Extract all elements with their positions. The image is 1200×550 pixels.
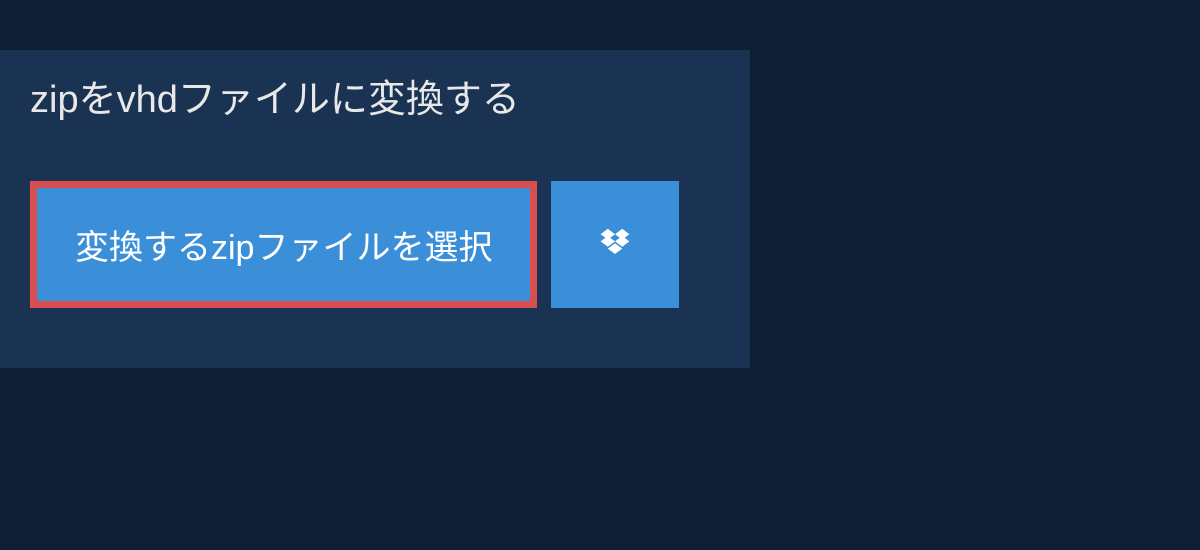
dropbox-icon [597, 227, 633, 263]
converter-panel: zipをvhdファイルに変換する 変換するzipファイルを選択 [0, 50, 750, 368]
select-file-button[interactable]: 変換するzipファイルを選択 [30, 181, 537, 308]
select-file-label: 変換するzipファイルを選択 [75, 220, 492, 269]
title-bar: zipをvhdファイルに変換する [0, 50, 625, 141]
dropbox-button[interactable] [551, 181, 679, 308]
page-title: zipをvhdファイルに変換する [30, 79, 520, 121]
button-row: 変換するzipファイルを選択 [0, 141, 750, 308]
